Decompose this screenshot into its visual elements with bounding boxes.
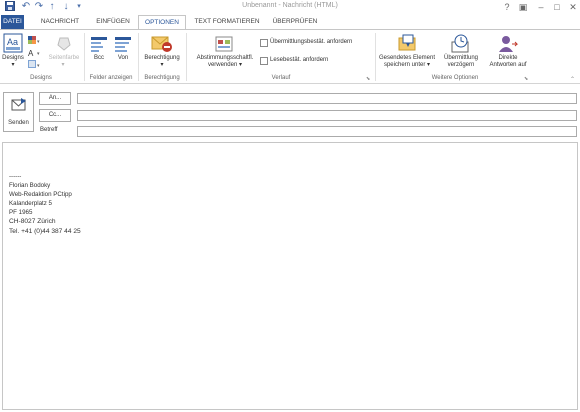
delay-delivery-icon[interactable] [450,34,472,54]
send-button-label: Senden [8,120,29,126]
subject-field[interactable] [77,126,577,137]
designs-icon[interactable]: Aa [3,33,23,53]
read-receipt-label[interactable]: Lesebestät. anfordern [270,57,328,64]
from-button-label[interactable]: Von [110,55,136,62]
to-button[interactable]: An... [39,92,71,105]
signature-phone: Tel. +41 (0)44 387 44 25 [9,228,81,235]
maximize-icon[interactable]: □ [550,1,564,13]
bcc-button-label[interactable]: Bcc [86,55,112,62]
direct-replies-label-line1[interactable]: Direkte [484,55,532,62]
bcc-icon[interactable] [90,35,108,53]
signature-po-box: PF 1965 [9,209,33,216]
save-sent-item-icon[interactable] [397,34,419,54]
signature-separator: ------ [9,173,22,180]
group-divider [84,33,85,81]
page-color-dropdown-icon: ▾ [61,62,65,68]
save-sent-item-label-line1[interactable]: Gesendetes Element [376,55,438,62]
group-label-more-options: Weitere Optionen [431,75,479,81]
voting-buttons-icon[interactable] [214,34,236,54]
tab-file[interactable]: DATEI [1,15,24,29]
ribbon-display-options-icon[interactable]: ▣ [516,1,530,13]
message-body[interactable]: ------ Florian Bodoky Web-Redaktion PCti… [2,142,578,410]
tracking-dialog-launcher-icon[interactable]: ⬊ [366,76,370,82]
voting-buttons-label-line2[interactable]: verwenden ▾ [188,62,262,69]
colors-icon[interactable]: ▾ [28,33,42,45]
effects-icon[interactable]: ▾ [28,57,42,69]
to-field[interactable] [77,93,577,104]
ribbon: Aa Designs ▾ ▾ A ▾ ▾ Seitenfarbe ▾ Design… [0,29,580,84]
permission-button-label[interactable]: Berechtigung [139,55,185,62]
tab-format-text[interactable]: TEXT FORMATIEREN [192,15,262,29]
ribbon-tabs: DATEI NACHRICHT EINFÜGEN OPTIONEN TEXT F… [0,15,580,30]
direct-replies-label-line2[interactable]: Antworten auf [484,62,532,69]
window-title: Unbenannt - Nachricht (HTML) [242,2,338,9]
cc-button[interactable]: Cc... [39,109,71,122]
group-label-designs: Designs [30,75,52,81]
delay-delivery-label-line2[interactable]: verzögern [438,62,484,69]
signature-name: Florian Bodoky [9,182,51,189]
group-divider [186,33,187,81]
signature-street: Kalanderplatz 5 [9,200,52,207]
tab-insert[interactable]: EINFÜGEN [92,15,134,29]
minimize-icon[interactable]: – [534,1,548,13]
read-receipt-checkbox[interactable] [260,57,268,65]
collapse-ribbon-icon[interactable]: ⌃ [570,76,575,83]
svg-text:Aa: Aa [7,37,18,47]
designs-button-label[interactable]: Designs [0,55,26,62]
title-bar: ↶ ↷ ↑ ↓ ▾ Unbenannt - Nachricht (HTML) ?… [0,0,580,15]
voting-buttons-label-line1[interactable]: Abstimmungsschaltfl. [188,55,262,62]
group-label-permission: Berechtigung [144,75,180,81]
page-color-icon [55,35,73,53]
designs-dropdown-icon[interactable]: ▾ [10,62,16,69]
svg-text:▾: ▾ [37,63,40,69]
save-sent-item-label-line2[interactable]: speichern unter ▾ [376,62,438,69]
page-color-label: Seitenfarbe [48,55,80,61]
close-icon[interactable]: ✕ [566,1,580,13]
help-icon[interactable]: ? [500,1,514,13]
from-icon[interactable] [114,35,132,53]
delivery-receipt-checkbox[interactable] [260,39,268,47]
direct-replies-icon[interactable] [497,34,519,54]
fonts-icon[interactable]: A ▾ [28,45,42,58]
cc-field[interactable] [77,110,577,121]
subject-label: Betreff [40,127,58,133]
delivery-receipt-label[interactable]: Übermittlungsbestät. anfordern [270,39,352,46]
group-label-show-fields: Felder anzeigen [89,75,133,81]
tab-message[interactable]: NACHRICHT [35,15,85,29]
signature-city: CH-8027 Zürich [9,218,56,225]
permission-dropdown-icon[interactable]: ▾ [159,62,165,69]
tab-options[interactable]: OPTIONEN [138,15,186,30]
send-icon [11,98,27,117]
more-options-dialog-launcher-icon[interactable]: ⬊ [524,76,528,82]
delay-delivery-label-line1[interactable]: Übermittlung [438,55,484,62]
tab-review[interactable]: ÜBERPRÜFEN [270,15,320,29]
permission-icon[interactable] [151,33,173,53]
signature-department: Web-Redaktion PCtipp [9,191,72,198]
group-label-tracking: Verlauf [271,75,291,81]
send-button[interactable]: Senden [3,92,34,132]
